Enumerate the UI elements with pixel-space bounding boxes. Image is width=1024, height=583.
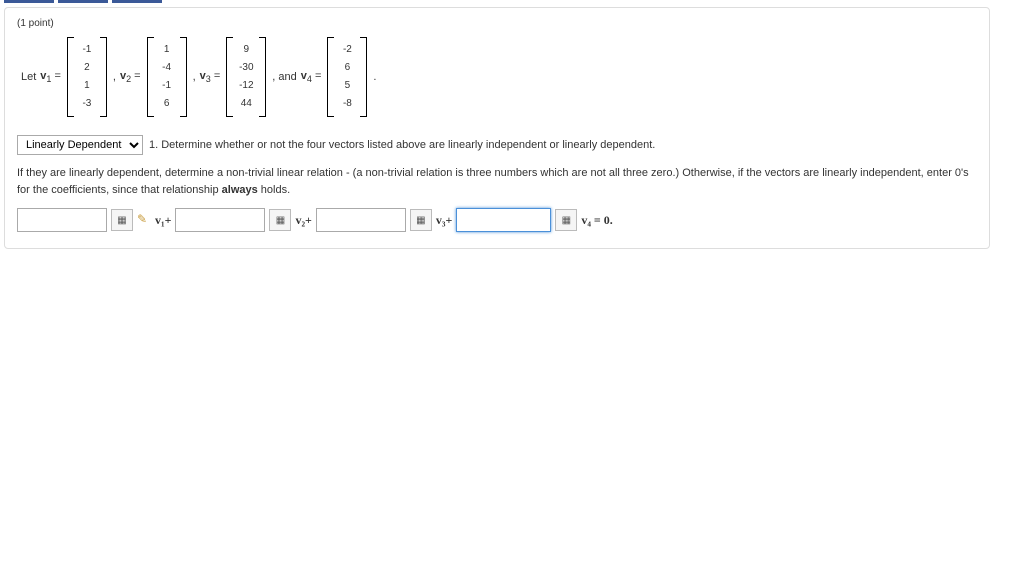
- v1-plus-label: v₁+: [155, 213, 171, 228]
- vector-entry: 9: [237, 41, 255, 59]
- explanation-text: If they are linearly dependent, determin…: [17, 165, 977, 198]
- coeff-row: ▦ v₁+ ▦ v₂+ ▦ v₃+ ▦ v₄ = 0.: [17, 208, 977, 232]
- and-label: , and: [272, 71, 296, 83]
- vector-entry: 6: [158, 95, 176, 113]
- vector-entry: -30: [237, 59, 255, 77]
- vector-entry: -1: [78, 41, 96, 59]
- dependence-select[interactable]: Linearly Dependent: [17, 135, 143, 155]
- period: .: [373, 71, 376, 83]
- sep: ,: [113, 71, 116, 83]
- question-row: Linearly Dependent 1. Determine whether …: [17, 135, 977, 155]
- points-label: (1 point): [17, 18, 977, 29]
- coeff1-input[interactable]: [17, 208, 107, 232]
- vector-entry: 5: [338, 77, 356, 95]
- vector-v4: -265-8: [327, 37, 367, 117]
- sep: ,: [193, 71, 196, 83]
- grid-icon[interactable]: ▦: [410, 209, 432, 231]
- v4-eq-label: v₄ = 0.: [581, 213, 612, 228]
- vector-entry: -3: [78, 95, 96, 113]
- grid-icon[interactable]: ▦: [269, 209, 291, 231]
- let-label: Let: [21, 71, 36, 83]
- vector-entry: 1: [78, 77, 96, 95]
- v4-label: v4 =: [301, 70, 322, 84]
- vector-entry: -8: [338, 95, 356, 113]
- v3-label: v3 =: [200, 70, 221, 84]
- vector-v1: -121-3: [67, 37, 107, 117]
- vector-entry: -1: [158, 77, 176, 95]
- vector-v3: 9-30-1244: [226, 37, 266, 117]
- vector-entry: -4: [158, 59, 176, 77]
- tab-stub: [112, 0, 162, 3]
- vector-entry: 1: [158, 41, 176, 59]
- vector-v2: 1-4-16: [147, 37, 187, 117]
- v3-plus-label: v₃+: [436, 213, 452, 228]
- v1-label: v1 =: [40, 70, 61, 84]
- vector-entry: 44: [237, 95, 255, 113]
- coeff4-input[interactable]: [456, 208, 551, 232]
- v2-plus-label: v₂+: [295, 213, 311, 228]
- tab-stub: [58, 0, 108, 3]
- grid-icon[interactable]: ▦: [555, 209, 577, 231]
- question-text: 1. Determine whether or not the four vec…: [149, 139, 655, 151]
- grid-icon[interactable]: ▦: [111, 209, 133, 231]
- tab-stub: [4, 0, 54, 3]
- vector-entry: 2: [78, 59, 96, 77]
- pencil-icon[interactable]: [137, 213, 151, 227]
- vector-entry: 6: [338, 59, 356, 77]
- vector-entry: -12: [237, 77, 255, 95]
- coeff3-input[interactable]: [316, 208, 406, 232]
- v2-label: v2 =: [120, 70, 141, 84]
- vector-entry: -2: [338, 41, 356, 59]
- vectors-row: Let v1 = -121-3 , v2 = 1-4-16 , v3 = 9-3…: [21, 37, 977, 117]
- problem-panel: (1 point) Let v1 = -121-3 , v2 = 1-4-16 …: [4, 7, 990, 249]
- coeff2-input[interactable]: [175, 208, 265, 232]
- top-tabs: [0, 0, 1024, 3]
